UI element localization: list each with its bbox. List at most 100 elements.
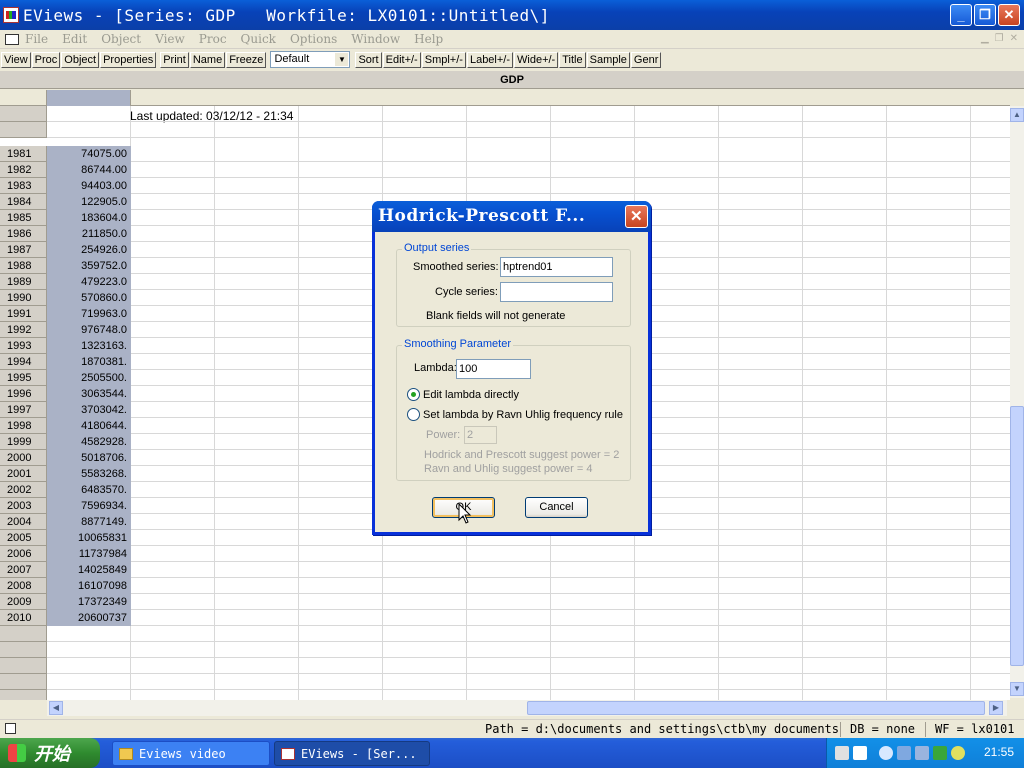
taskbar-item-eviews-video[interactable]: Eviews video <box>112 741 270 766</box>
row-header-year[interactable]: 2004 <box>0 514 47 530</box>
gdp-value-cell[interactable]: 570860.0 <box>47 290 131 306</box>
scroll-left-icon[interactable]: ◀ <box>49 701 63 715</box>
row-header-year[interactable]: 1983 <box>0 178 47 194</box>
empty-row[interactable] <box>0 626 1010 642</box>
menu-proc[interactable]: Proc <box>199 32 227 46</box>
taskbar-item-eviews[interactable]: EViews - [Ser... <box>274 741 430 766</box>
gdp-value-cell[interactable]: 14025849 <box>47 562 131 578</box>
row-header-year[interactable]: 1990 <box>0 290 47 306</box>
row-header-year[interactable]: 1991 <box>0 306 47 322</box>
row-header-year[interactable]: 1999 <box>0 434 47 450</box>
title-button[interactable]: Title <box>559 51 586 68</box>
row-header-year[interactable]: 1995 <box>0 370 47 386</box>
row-header-year[interactable]: 2007 <box>0 562 47 578</box>
sample-button[interactable]: Sample <box>586 51 630 68</box>
cycle-series-input[interactable] <box>500 282 613 302</box>
edit-lambda-radio[interactable] <box>407 388 420 401</box>
row-header-year[interactable]: 2002 <box>0 482 47 498</box>
row-header-year[interactable]: 2008 <box>0 578 47 594</box>
proc-button[interactable]: Proc <box>31 51 61 68</box>
empty-row[interactable] <box>0 642 1010 658</box>
gdp-value-cell[interactable]: 3063544. <box>47 386 131 402</box>
gdp-value-cell[interactable]: 1323163. <box>47 338 131 354</box>
row-header-year[interactable]: 1986 <box>0 226 47 242</box>
sort-button[interactable]: Sort <box>355 51 382 68</box>
gdp-value-cell[interactable]: 2505500. <box>47 370 131 386</box>
mdi-restore-icon[interactable]: ❐ <box>995 33 1004 44</box>
row-header-year[interactable]: 1993 <box>0 338 47 354</box>
empty-row[interactable] <box>0 690 1010 700</box>
menu-view[interactable]: View <box>155 32 185 46</box>
gdp-value-cell[interactable]: 359752.0 <box>47 258 131 274</box>
edit-toggle-button[interactable]: Edit+/- <box>382 51 421 68</box>
power-input[interactable]: 2 <box>464 426 497 444</box>
scroll-down-icon[interactable]: ▼ <box>1010 682 1024 696</box>
shield-icon[interactable] <box>933 746 947 760</box>
gdp-value-cell[interactable]: 17372349 <box>47 594 131 610</box>
gdp-value-cell[interactable]: 94403.00 <box>47 178 131 194</box>
gdp-value-cell[interactable]: 183604.0 <box>47 210 131 226</box>
gdp-value-cell[interactable]: 6483570. <box>47 482 131 498</box>
row-header-year[interactable]: 2010 <box>0 610 47 626</box>
minimize-button[interactable]: _ <box>950 4 972 26</box>
command-window-toggle[interactable] <box>5 723 16 734</box>
freeze-button[interactable]: Freeze <box>226 51 267 68</box>
row-header-year[interactable]: 1987 <box>0 242 47 258</box>
gdp-value-cell[interactable]: 5018706. <box>47 450 131 466</box>
table-row[interactable]: 1982 86744.00 <box>0 162 1010 178</box>
row-header-empty[interactable] <box>0 690 47 700</box>
row-header-year[interactable]: 2005 <box>0 530 47 546</box>
row-header-year[interactable]: 1982 <box>0 162 47 178</box>
row-header-year[interactable]: 2003 <box>0 498 47 514</box>
properties-button[interactable]: Properties <box>100 51 157 68</box>
view-button[interactable]: View <box>1 51 31 68</box>
row-header-year[interactable]: 1996 <box>0 386 47 402</box>
row-header-year[interactable]: 1994 <box>0 354 47 370</box>
print-button[interactable]: Print <box>160 51 189 68</box>
gdp-value-cell[interactable]: 74075.00 <box>47 146 131 162</box>
menu-help[interactable]: Help <box>414 32 443 46</box>
object-button[interactable]: Object <box>61 51 100 68</box>
row-header-year[interactable]: 1988 <box>0 258 47 274</box>
document-icon[interactable] <box>5 33 19 45</box>
gdp-value-cell[interactable]: 5583268. <box>47 466 131 482</box>
row-header-year[interactable]: 1984 <box>0 194 47 210</box>
gdp-value-cell[interactable]: 86744.00 <box>47 162 131 178</box>
menu-edit[interactable]: Edit <box>62 32 87 46</box>
gdp-value-cell[interactable]: 4582928. <box>47 434 131 450</box>
maximize-button[interactable]: ❐ <box>974 4 996 26</box>
row-header-empty[interactable] <box>0 106 47 122</box>
row-header-year[interactable]: 1992 <box>0 322 47 338</box>
gdp-value-cell[interactable]: 719963.0 <box>47 306 131 322</box>
row-header-year[interactable]: 1985 <box>0 210 47 226</box>
edit-lambda-label[interactable]: Edit lambda directly <box>423 389 519 401</box>
row-header-year[interactable]: 1989 <box>0 274 47 290</box>
row-header-empty[interactable] <box>0 674 47 690</box>
row-header-year[interactable]: 1997 <box>0 402 47 418</box>
label-toggle-button[interactable]: Label+/- <box>466 51 514 68</box>
gdp-value-cell[interactable]: 16107098 <box>47 578 131 594</box>
table-row[interactable]: 2010 20600737 <box>0 610 1010 626</box>
empty-row[interactable] <box>0 122 1010 138</box>
row-header-year[interactable]: 1981 <box>0 146 47 162</box>
gdp-value-cell[interactable]: 10065831 <box>47 530 131 546</box>
chevron-down-icon[interactable]: ▼ <box>335 53 349 66</box>
gdp-value-cell[interactable]: 479223.0 <box>47 274 131 290</box>
empty-row[interactable] <box>0 106 1010 122</box>
keyboard-icon[interactable] <box>835 746 849 760</box>
gdp-value-cell[interactable]: 7596934. <box>47 498 131 514</box>
network2-icon[interactable] <box>915 746 929 760</box>
empty-row[interactable] <box>0 658 1010 674</box>
row-header-year[interactable]: 2000 <box>0 450 47 466</box>
row-header-year[interactable]: 2009 <box>0 594 47 610</box>
gdp-value-cell[interactable]: 11737984 <box>47 546 131 562</box>
lambda-input[interactable]: 100 <box>456 359 531 379</box>
gdp-value-cell[interactable]: 8877149. <box>47 514 131 530</box>
menu-object[interactable]: Object <box>101 32 141 46</box>
gdp-value-cell[interactable]: 122905.0 <box>47 194 131 210</box>
smpl-toggle-button[interactable]: Smpl+/- <box>421 51 466 68</box>
name-button[interactable]: Name <box>189 51 226 68</box>
vertical-scroll-thumb[interactable] <box>1010 406 1024 666</box>
mdi-minimize-icon[interactable]: ▁ <box>981 33 989 44</box>
help-icon[interactable] <box>853 746 867 760</box>
